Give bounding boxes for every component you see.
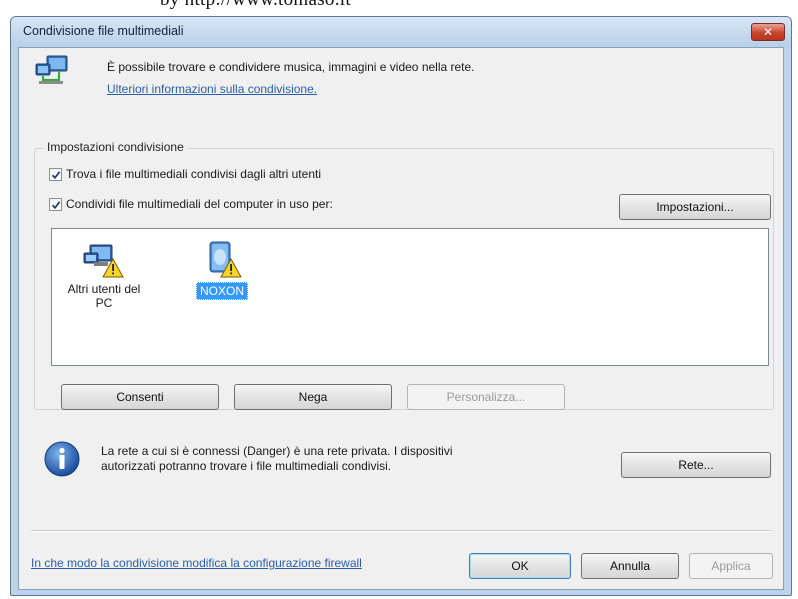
title-bar[interactable]: Condivisione file multimediali ✕ [11,17,791,47]
dialog-client-area: È possibile trovare e condividere musica… [18,47,784,590]
page-top-text: by http://www.tomaso.it [160,0,351,10]
network-info-line2: autorizzati potranno trovare i file mult… [101,459,392,473]
device-label: Altri utenti del PC [67,282,141,310]
ok-button[interactable]: OK [469,553,571,579]
media-sharing-icon [35,55,68,84]
customize-button[interactable]: Personalizza... [407,384,565,410]
share-media-row: Condividi file multimediali del computer… [49,197,333,211]
header-description: È possibile trovare e condividere musica… [107,60,475,74]
apply-button[interactable]: Applica [689,553,773,579]
network-button[interactable]: Rete... [621,452,771,478]
close-button[interactable]: ✕ [751,23,785,41]
window-title: Condivisione file multimediali [23,24,184,38]
firewall-link[interactable]: In che modo la condivisione modifica la … [31,556,362,570]
footer-separator [31,530,771,532]
allow-button[interactable]: Consenti [61,384,219,410]
devices-list[interactable]: Altri utenti del PC NOXON [51,228,769,366]
media-device-warning-icon [209,241,242,278]
share-media-checkbox[interactable] [49,197,62,211]
more-info-link[interactable]: Ulteriori informazioni sulla condivision… [107,82,317,96]
sharing-settings-label: Impostazioni condivisione [43,140,188,154]
settings-button[interactable]: Impostazioni... [619,194,771,220]
pc-users-warning-icon [83,244,124,278]
dialog-window: Condivisione file multimediali ✕ È possi… [10,16,792,596]
device-label-selected: NOXON [195,282,248,300]
checkmark-icon [51,200,61,209]
checkmark-icon [51,170,61,179]
find-shared-checkbox[interactable] [49,167,62,181]
close-icon: ✕ [762,25,774,39]
find-shared-label: Trova i file multimediali condivisi dagl… [66,167,321,181]
deny-button[interactable]: Nega [234,384,392,410]
device-item-noxon[interactable]: NOXON [182,239,262,300]
info-icon [44,441,80,477]
cancel-button[interactable]: Annulla [581,553,679,579]
device-item-pc-users[interactable]: Altri utenti del PC [64,239,144,310]
network-info-line1: La rete a cui si è connessi (Danger) è u… [101,444,453,458]
share-media-label: Condividi file multimediali del computer… [66,197,333,211]
find-shared-row: Trova i file multimediali condivisi dagl… [49,167,321,181]
network-info-text: La rete a cui si è connessi (Danger) è u… [101,444,453,474]
